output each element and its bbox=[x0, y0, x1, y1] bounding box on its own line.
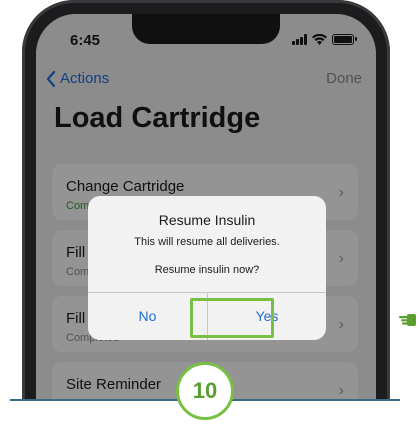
step-number-badge: 10 bbox=[176, 362, 234, 420]
alert-question: Resume insulin now? bbox=[154, 264, 260, 276]
yes-button-highlight bbox=[190, 298, 274, 338]
phone-screen: 6:45 Actions Done Load Cartridge Change … bbox=[36, 14, 376, 400]
tap-hand-icon bbox=[399, 314, 416, 326]
alert-title: Resume Insulin bbox=[158, 212, 256, 228]
alert-message: This will resume all deliveries. bbox=[134, 236, 280, 248]
tutorial-stage: 6:45 Actions Done Load Cartridge Change … bbox=[0, 0, 420, 425]
